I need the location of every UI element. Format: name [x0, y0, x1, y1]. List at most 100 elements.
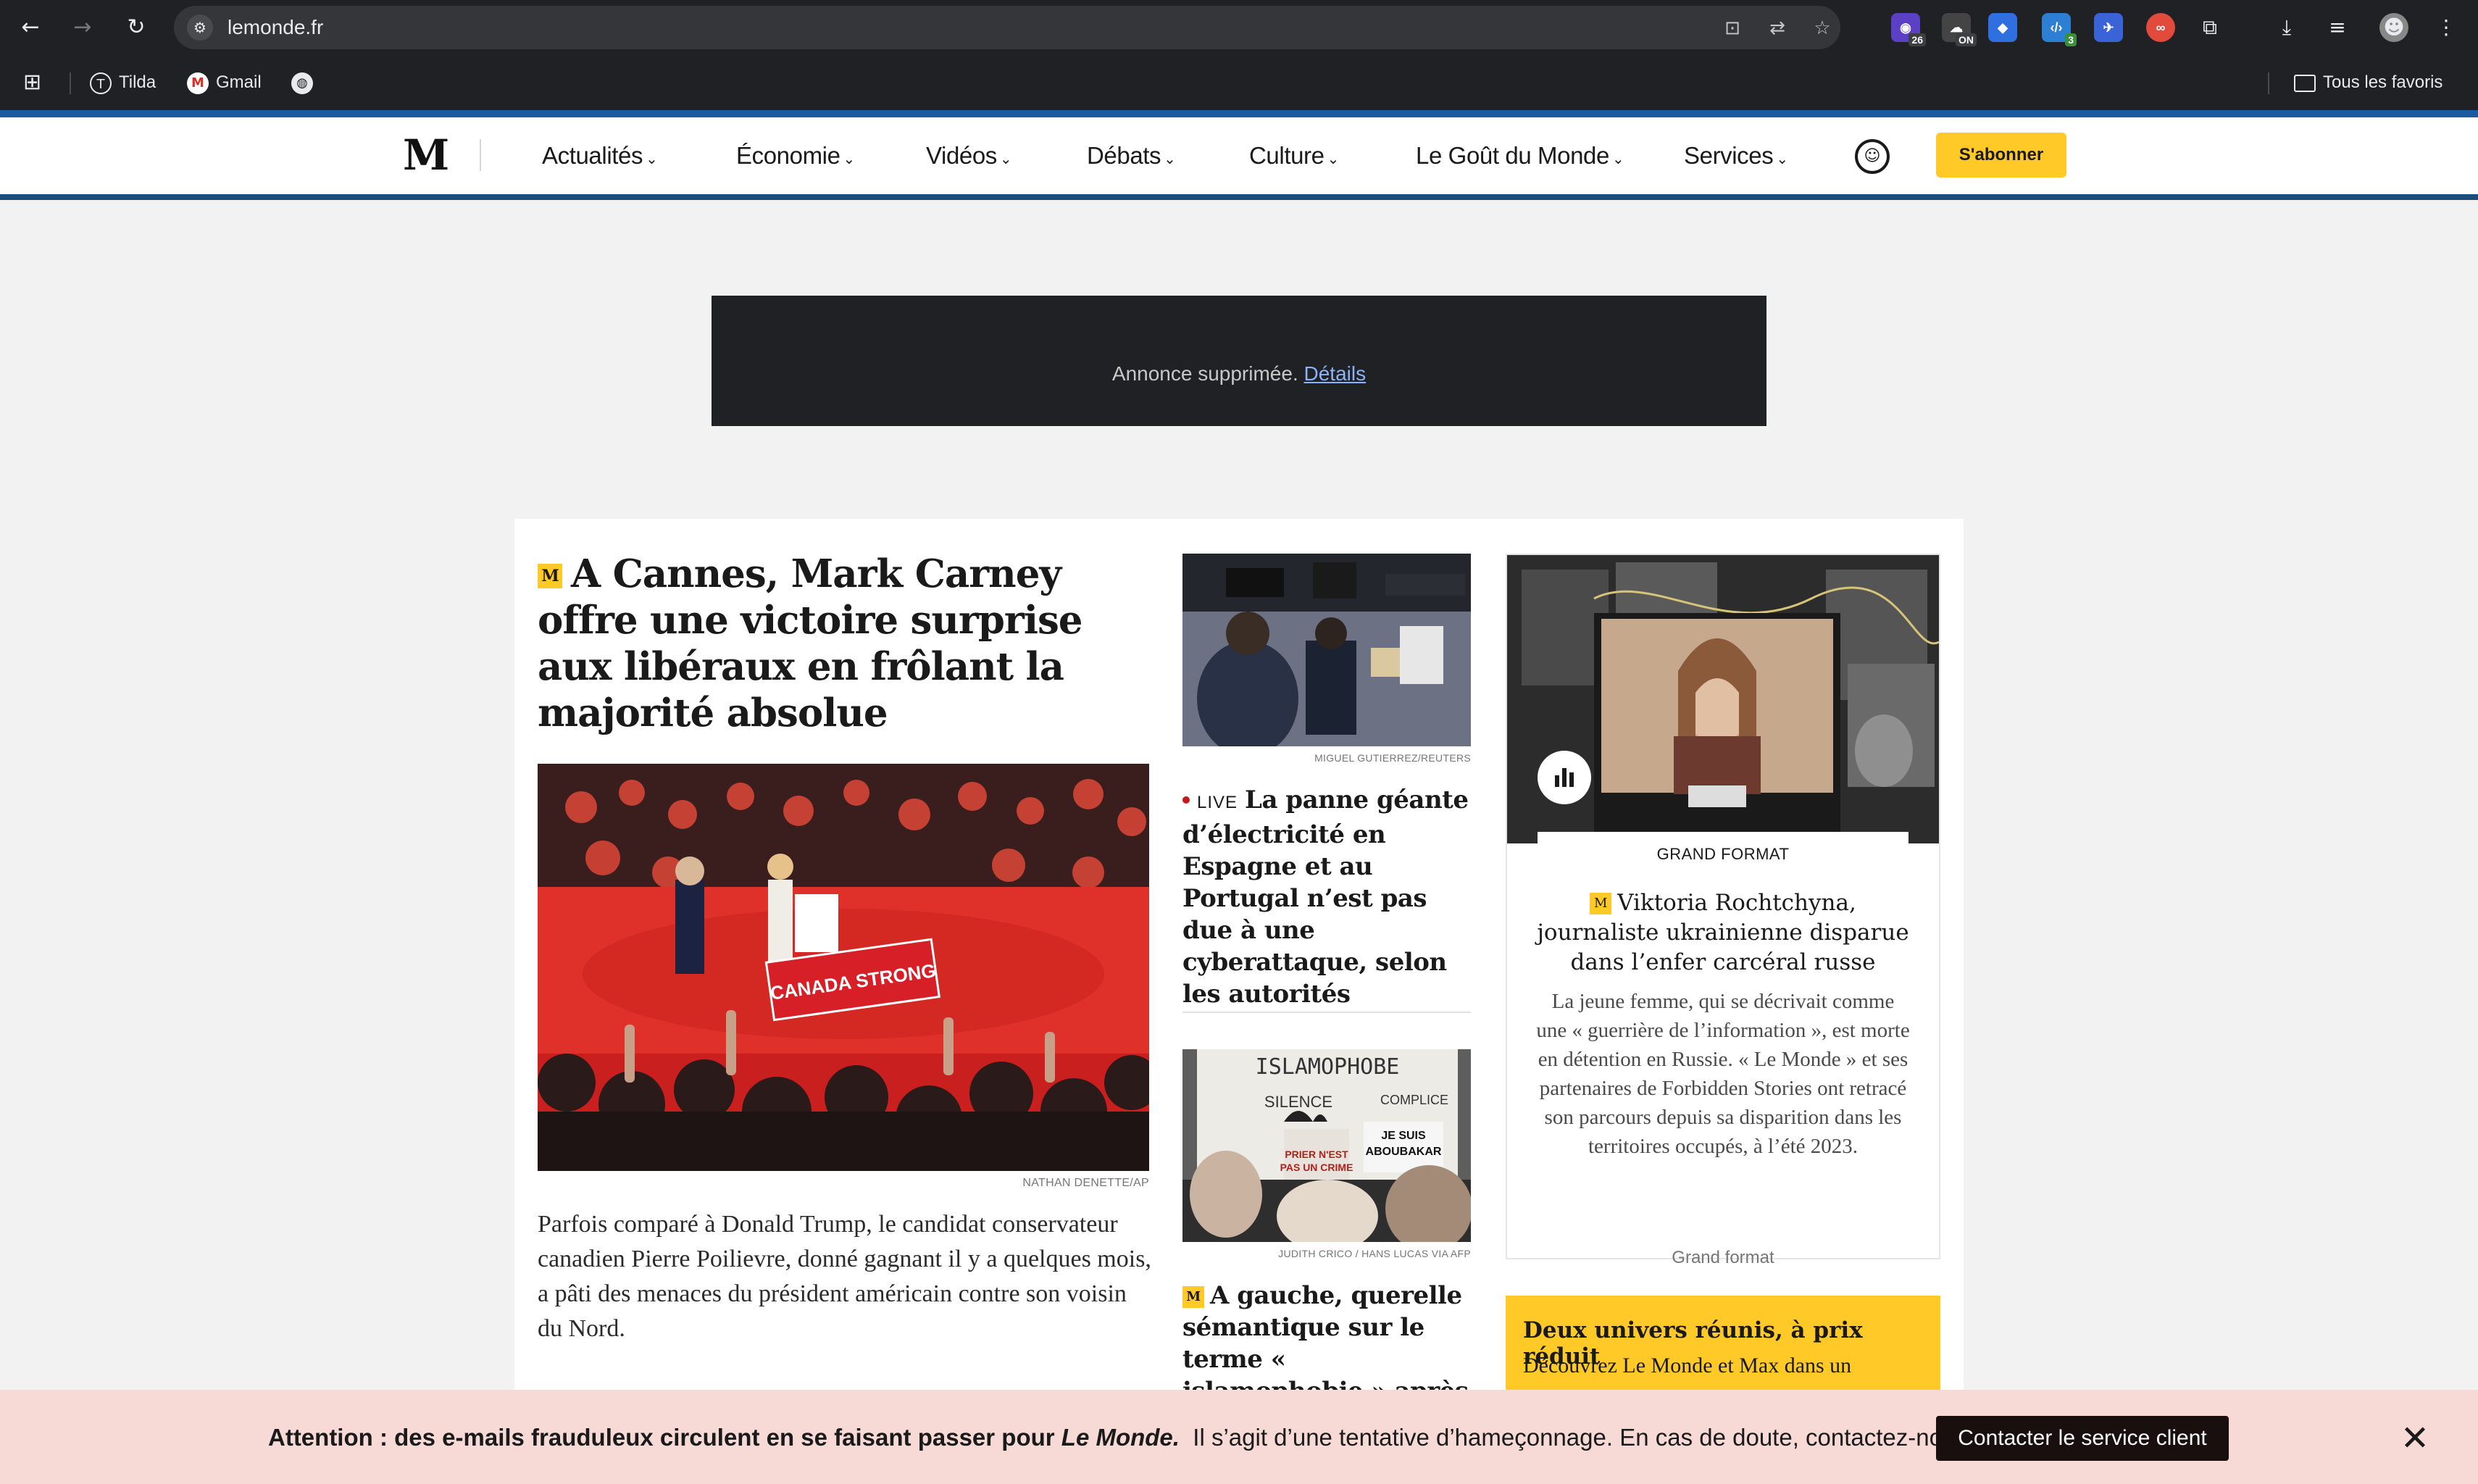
nav-actualites[interactable]: Actualités ⌄	[542, 139, 658, 172]
subscriber-badge-icon: M	[1182, 1286, 1204, 1308]
chevron-down-icon: ⌄	[843, 150, 856, 167]
chevron-down-icon: ⌄	[1327, 150, 1340, 167]
ad-details-link[interactable]: Détails	[1304, 362, 1367, 385]
blackout-photo[interactable]	[1182, 554, 1471, 746]
site-info-icon[interactable]: ⚙	[187, 14, 213, 41]
back-icon[interactable]: ←	[13, 10, 48, 45]
nav-services[interactable]: Services ⌄	[1684, 139, 1788, 172]
nav-label: Économie	[736, 142, 840, 169]
extension-code-icon[interactable]: ‹/› 3	[2042, 13, 2077, 46]
lead-headline-text: A Cannes, Mark Carney offre une victoire…	[538, 551, 1083, 735]
blackout-photo-image	[1182, 554, 1471, 746]
lead-photo-image: CANADA STRONG	[538, 764, 1149, 1171]
protest-photo-image: ISLAMOPHOBE SILENCE COMPLICE JE SUIS ABO…	[1182, 1049, 1471, 1242]
globe-icon: ◍	[291, 72, 313, 94]
subscriber-badge-icon: M	[538, 564, 562, 588]
islamophobie-headline[interactable]: MA gauche, querelle sémantique sur le te…	[1182, 1280, 1472, 1407]
bookmark-separator	[70, 72, 71, 94]
translate-icon[interactable]: ⇄	[1765, 16, 1790, 41]
bookmark-gmail[interactable]: M Gmail	[187, 70, 262, 96]
extension-badge: ON	[1956, 33, 1977, 46]
bookmark-separator	[2268, 72, 2269, 94]
account-icon[interactable]: ☺	[1855, 139, 1890, 174]
ad-removed-label: Annonce supprimée.	[1111, 362, 1298, 385]
bookmark-label: Tilda	[119, 72, 157, 92]
extension-badge: 3	[2065, 33, 2077, 46]
main-content: MA Cannes, Mark Carney offre une victoir…	[514, 519, 1964, 1484]
apps-grid-icon[interactable]: ⊞	[23, 70, 41, 96]
bookmarks-bar: ⊞ T Tilda M Gmail ◍ Tous les favoris	[0, 55, 2478, 110]
nav-economie[interactable]: Économie ⌄	[736, 139, 855, 172]
extension-badge: 26	[1908, 33, 1926, 46]
alert-brand-text: Le Monde.	[1061, 1424, 1180, 1451]
folder-icon	[2294, 74, 2316, 92]
live-label: LIVE	[1197, 793, 1238, 812]
site-header: M Actualités ⌄ Économie ⌄ Vidéos ⌄ Débats ⌄ …	[0, 117, 2478, 194]
nav-label: Le Goût du Monde	[1416, 142, 1609, 169]
profile-avatar-icon[interactable]: ☻	[2379, 13, 2408, 42]
grand-format-card[interactable]: GRAND FORMAT M Viktoria Rochtchyna, journ…	[1506, 554, 1940, 1267]
sign-je-suis: JE SUIS	[1381, 1130, 1426, 1142]
grand-format-link[interactable]: Grand format	[1536, 1248, 1910, 1268]
promo-text: Découvrez Le Monde et Max dans un	[1523, 1354, 1852, 1377]
contact-support-button[interactable]: Contacter le service client	[1936, 1416, 2229, 1461]
url-text[interactable]: lemonde.fr	[228, 16, 323, 39]
chevron-down-icon: ⌄	[999, 150, 1012, 167]
blackout-headline-text: La panne géante d’électricité en Espagne…	[1182, 785, 1469, 1009]
reload-icon[interactable]: ↻	[119, 10, 154, 45]
lead-headline[interactable]: MA Cannes, Mark Carney offre une victoir…	[538, 551, 1161, 736]
lead-photo-credit: NATHAN DENETTE/AP	[1022, 1177, 1149, 1189]
islamophobie-headline-text: A gauche, querelle sémantique sur le ter…	[1182, 1281, 1469, 1406]
grand-format-photo[interactable]	[1507, 555, 1939, 843]
header-separator	[480, 139, 481, 171]
nav-label: Culture	[1249, 142, 1324, 169]
alert-rest-text: Il s’agit d’une tentative d’hameçonnage.…	[1193, 1424, 1975, 1451]
bookmark-globe[interactable]: ◍	[291, 70, 320, 96]
all-bookmarks[interactable]: Tous les favoris	[2294, 70, 2442, 96]
forward-icon[interactable]: →	[65, 10, 100, 45]
nav-label: Services	[1684, 142, 1774, 169]
nav-gout-du-monde[interactable]: Le Goût du Monde ⌄	[1416, 139, 1624, 172]
grand-format-headline[interactable]: M Viktoria Rochtchyna, journaliste ukrain…	[1536, 888, 1910, 977]
nav-label: Vidéos	[926, 142, 997, 169]
column-divider	[1182, 1012, 1471, 1013]
chevron-down-icon: ⌄	[646, 150, 658, 167]
blackout-headline[interactable]: LIVE La panne géante d’électricité en Esp…	[1182, 784, 1472, 1010]
address-bar[interactable]: ⚙ lemonde.fr ⊡ ⇄ ☆	[174, 6, 1840, 49]
subscribe-button[interactable]: S'abonner	[1936, 133, 2066, 178]
gmail-icon: M	[187, 72, 209, 94]
close-icon[interactable]: ✕	[2395, 1419, 2435, 1458]
bookmark-star-icon[interactable]: ☆	[1810, 16, 1835, 41]
lead-summary: Parfois comparé à Donald Trump, le candi…	[538, 1211, 1151, 1342]
sign-complice: COMPLICE	[1380, 1093, 1448, 1107]
lead-photo[interactable]: CANADA STRONG	[538, 764, 1149, 1171]
install-app-icon[interactable]: ⊡	[1720, 16, 1745, 41]
all-bookmarks-label: Tous les favoris	[2323, 72, 2443, 92]
extension-tag-icon[interactable]: ◆	[1988, 13, 2017, 42]
tilda-icon: T	[90, 72, 112, 94]
extension-red-icon[interactable]: ∞	[2146, 13, 2175, 42]
sign-pas-un-crime: PAS UN CRIME	[1280, 1162, 1353, 1173]
protest-photo-credit: JUDITH CRICO / HANS LUCAS VIA AFP	[1278, 1248, 1471, 1259]
address-row: ← → ↻ ⚙ lemonde.fr ⊡ ⇄ ☆ ◉ 26 ☁ ON ◆ ‹/› 3 …	[0, 0, 2478, 55]
downloads-icon[interactable]: ⤓	[2272, 13, 2301, 42]
chevron-down-icon: ⌄	[1776, 150, 1788, 167]
nav-label: Actualités	[542, 142, 643, 169]
nav-debats[interactable]: Débats ⌄	[1087, 139, 1176, 172]
grand-format-label: GRAND FORMAT	[1538, 832, 1908, 877]
bookmark-tilda[interactable]: T Tilda	[90, 70, 156, 96]
extension-on-icon[interactable]: ☁ ON	[1942, 13, 1977, 46]
live-dot-icon	[1182, 796, 1190, 804]
reading-list-icon[interactable]: ≡	[2323, 13, 2352, 42]
nav-videos[interactable]: Vidéos ⌄	[926, 139, 1012, 172]
audio-play-icon[interactable]	[1538, 751, 1591, 804]
extension-purple-icon[interactable]: ◉ 26	[1891, 13, 1926, 46]
nav-culture[interactable]: Culture ⌄	[1249, 139, 1339, 172]
menu-kebab-icon[interactable]: ⋮	[2432, 13, 2461, 42]
extensions-puzzle-icon[interactable]: ⧉	[2195, 13, 2224, 42]
extension-rocket-icon[interactable]: ✈	[2094, 13, 2123, 42]
subscriber-badge-icon: M	[1590, 893, 1612, 914]
sign-islamophobe: ISLAMOPHOBE	[1256, 1054, 1400, 1080]
le-monde-logo[interactable]: M	[403, 133, 449, 177]
protest-photo[interactable]: ISLAMOPHOBE SILENCE COMPLICE JE SUIS ABO…	[1182, 1049, 1471, 1242]
